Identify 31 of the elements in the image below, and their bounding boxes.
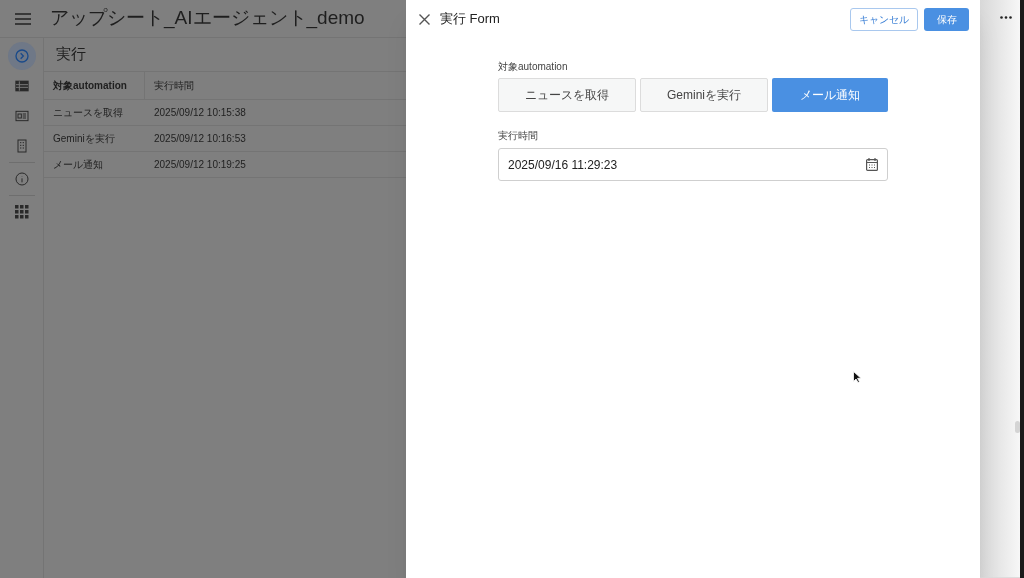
datetime-value: 2025/09/16 11:29:23 (508, 156, 619, 174)
app-title: アップシート_AIエージェント_demo (50, 6, 365, 31)
table-cell-text: 2025/09/12 10:19:25 (153, 158, 246, 172)
table-icon (13, 78, 30, 94)
table-cell-text: ニュースを取得 (52, 106, 124, 120)
choice-option[interactable]: ニュースを取得 (498, 78, 636, 112)
column-header: 実行時間 (154, 79, 194, 93)
table-cell-text: メール通知 (52, 158, 104, 172)
choice-option[interactable]: Geminiを実行 (640, 78, 768, 112)
field-label: 対象automation (498, 61, 569, 73)
datetime-field[interactable]: 2025/09/16 11:29:23 (498, 148, 888, 181)
table-cell-text: Geminiを実行 (52, 132, 116, 146)
field-label: 実行時間 (498, 130, 539, 142)
scrollbar-thumb[interactable] (1015, 421, 1020, 433)
info-icon (13, 171, 30, 187)
view-title: 実行 (56, 44, 86, 65)
table-cell-text: 2025/09/12 10:16:53 (153, 132, 246, 146)
more-icon[interactable] (1000, 16, 1012, 19)
table-cell-text: 2025/09/12 10:15:38 (153, 106, 246, 120)
cursor-icon (853, 371, 861, 383)
sidebar-item[interactable] (7, 42, 36, 70)
chevron-circle-icon (13, 48, 30, 64)
calendar-icon[interactable] (866, 158, 878, 171)
close-icon (418, 13, 430, 25)
grid-icon (14, 205, 29, 219)
card-icon (13, 108, 30, 124)
close-button[interactable] (417, 12, 431, 26)
cancel-button[interactable]: キャンセル (850, 7, 918, 31)
menu-icon[interactable] (15, 12, 31, 25)
column-header: 対象automation (53, 79, 127, 93)
form-title: 実行 Form (440, 10, 500, 29)
